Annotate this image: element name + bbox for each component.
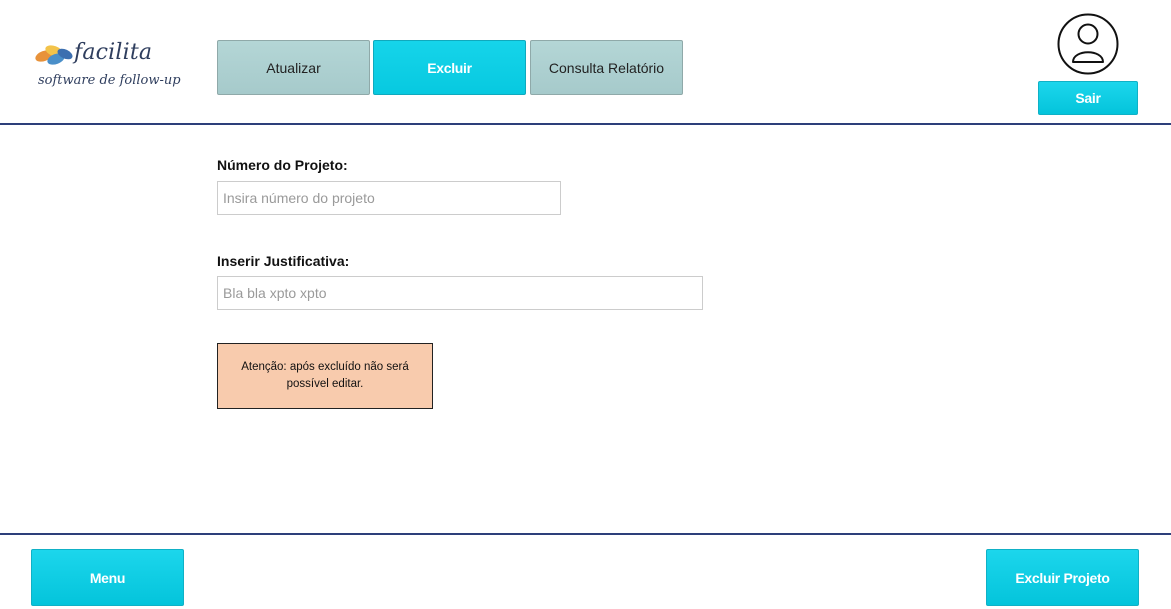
tab-excluir[interactable]: Excluir — [373, 40, 526, 95]
logout-label: Sair — [1075, 90, 1101, 106]
delete-project-button[interactable]: Excluir Projeto — [986, 549, 1139, 606]
footer-divider — [0, 533, 1171, 535]
menu-label: Menu — [89, 569, 126, 586]
warning-text: Atenção: após excluído não será possível… — [241, 361, 409, 390]
menu-button[interactable]: Menu — [31, 549, 184, 606]
tab-atualizar[interactable]: Atualizar — [217, 40, 370, 95]
project-number-input[interactable] — [217, 181, 561, 215]
header-divider — [0, 123, 1171, 125]
delete-project-label: Excluir Projeto — [1015, 569, 1110, 586]
justification-input[interactable] — [217, 276, 703, 310]
tab-label: Consulta Relatório — [548, 59, 665, 76]
tab-label: Atualizar — [266, 59, 321, 76]
app-logo: facilita software de follow-up — [34, 40, 184, 100]
logo-diamond-icon — [35, 45, 73, 65]
user-avatar-icon[interactable] — [1057, 13, 1119, 75]
tab-label: Excluir — [427, 59, 472, 76]
logo-tagline: software de follow-up — [38, 73, 181, 88]
tab-consulta-relatorio[interactable]: Consulta Relatório — [530, 40, 683, 95]
project-number-label: Número do Projeto: — [217, 157, 348, 173]
logo-name: facilita — [74, 40, 153, 65]
justification-label: Inserir Justificativa: — [217, 253, 350, 269]
warning-box: Atenção: após excluído não será possível… — [217, 343, 433, 409]
logout-button[interactable]: Sair — [1038, 81, 1138, 115]
